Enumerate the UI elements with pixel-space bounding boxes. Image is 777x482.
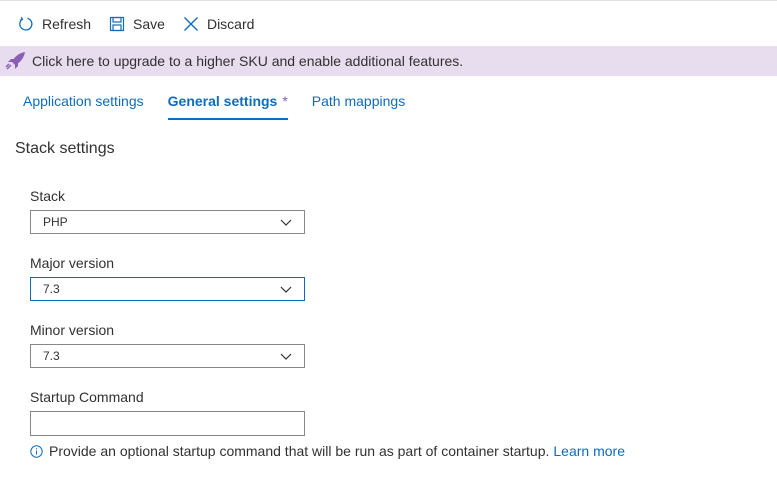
stack-dropdown[interactable]: PHP	[30, 210, 305, 234]
chevron-down-icon	[280, 219, 292, 226]
major-version-dropdown[interactable]: 7.3	[30, 277, 305, 301]
tab-application-settings[interactable]: Application settings	[23, 88, 144, 120]
stack-label: Stack	[30, 188, 66, 204]
help-text: Provide an optional startup command that…	[49, 443, 550, 459]
tab-label: Application settings	[23, 93, 144, 109]
minor-version-dropdown[interactable]: 7.3	[30, 344, 305, 368]
save-icon	[109, 16, 125, 31]
tab-label: General settings	[167, 93, 278, 109]
section-title: Stack settings	[15, 140, 115, 157]
discard-button[interactable]: Discard	[183, 9, 254, 39]
command-bar: Refresh Save Discard	[0, 0, 777, 46]
major-version-label: Major version	[30, 255, 115, 271]
startup-command-label: Startup Command	[30, 389, 144, 405]
info-icon	[30, 444, 43, 458]
close-icon	[183, 16, 198, 31]
minor-version-value: 7.3	[43, 349, 60, 363]
startup-command-input[interactable]	[30, 411, 305, 436]
discard-label: Discard	[206, 15, 255, 32]
modified-marker: *	[282, 93, 288, 109]
refresh-icon	[19, 16, 33, 31]
major-version-value: 7.3	[43, 282, 60, 296]
banner-text: Click here to upgrade to a higher SKU an…	[32, 53, 464, 69]
refresh-label: Refresh	[42, 15, 92, 32]
startup-command-help: Provide an optional startup command that…	[30, 443, 625, 459]
tab-general-settings[interactable]: General settings *	[167, 88, 288, 120]
learn-more-link[interactable]: Learn more	[553, 443, 625, 459]
refresh-button[interactable]: Refresh	[18, 9, 91, 39]
save-label: Save	[133, 15, 165, 32]
chevron-down-icon	[280, 353, 292, 360]
minor-version-label: Minor version	[30, 322, 115, 338]
settings-tabs: Application settings General settings * P…	[0, 88, 777, 120]
app-service-configuration: Refresh Save Discard Click here to upgra…	[0, 0, 777, 482]
rocket-icon	[5, 52, 25, 70]
tab-label: Path mappings	[311, 93, 406, 109]
upgrade-banner[interactable]: Click here to upgrade to a higher SKU an…	[0, 46, 777, 76]
save-button[interactable]: Save	[109, 9, 165, 39]
stack-value: PHP	[43, 215, 68, 229]
tab-path-mappings[interactable]: Path mappings	[312, 88, 405, 120]
chevron-down-icon	[280, 286, 292, 293]
